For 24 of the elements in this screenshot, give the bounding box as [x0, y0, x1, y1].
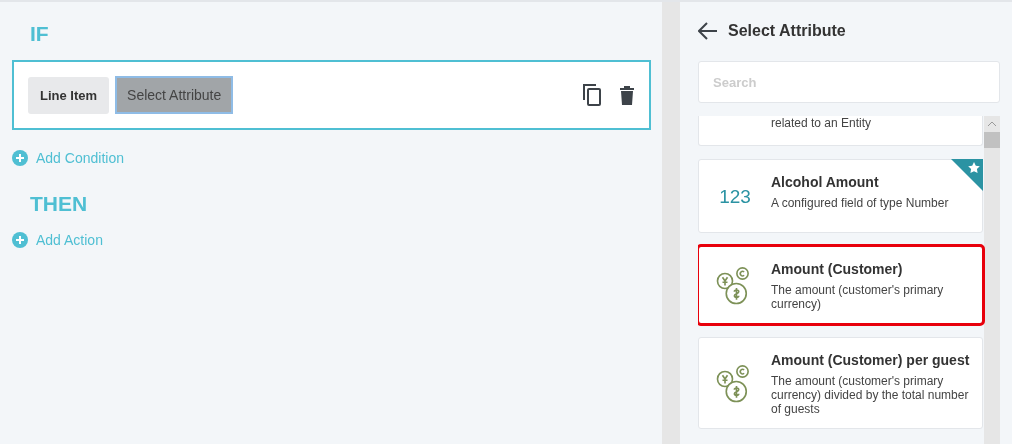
attribute-name: Amount (Customer): [771, 261, 904, 277]
attribute-description: A configured field of type Number: [771, 196, 949, 210]
panel-title: Select Attribute: [728, 22, 846, 40]
copy-icon[interactable]: [581, 83, 603, 107]
back-icon[interactable]: [698, 22, 718, 40]
attribute-description: The amount (customer's primary currency) divided by the total number of guests: [771, 374, 970, 416]
delete-icon[interactable]: [619, 85, 635, 105]
if-heading: IF: [30, 22, 50, 46]
attribute-card[interactable]: Amount (Customer) per guest The amount (customer's primary currency) divided by the total number of guests: [698, 337, 983, 429]
attribute-description: related to an Entity: [771, 116, 872, 130]
add-icon: [12, 150, 28, 166]
scrollbar[interactable]: [984, 116, 1000, 444]
select-attribute-button[interactable]: Select Attribute: [115, 76, 234, 114]
attribute-name: Alcohol Amount: [771, 174, 880, 190]
number-type-icon: 123: [719, 186, 751, 208]
scrollbar-thumb[interactable]: [984, 132, 1000, 148]
attribute-description: The amount (customer's primary currency): [771, 283, 945, 311]
attribute-card[interactable]: 123 Alcohol Amount A configured field of type Number: [698, 159, 983, 233]
attribute-card[interactable]: Amount (Customer) The amount (customer's primary currency): [698, 246, 983, 324]
then-heading: THEN: [30, 192, 89, 216]
add-icon: [12, 232, 28, 248]
entity-button[interactable]: Line Item: [28, 76, 110, 114]
attribute-card[interactable]: related to an Entity: [698, 116, 983, 146]
attribute-name: Amount (Customer) per guest: [771, 352, 971, 368]
